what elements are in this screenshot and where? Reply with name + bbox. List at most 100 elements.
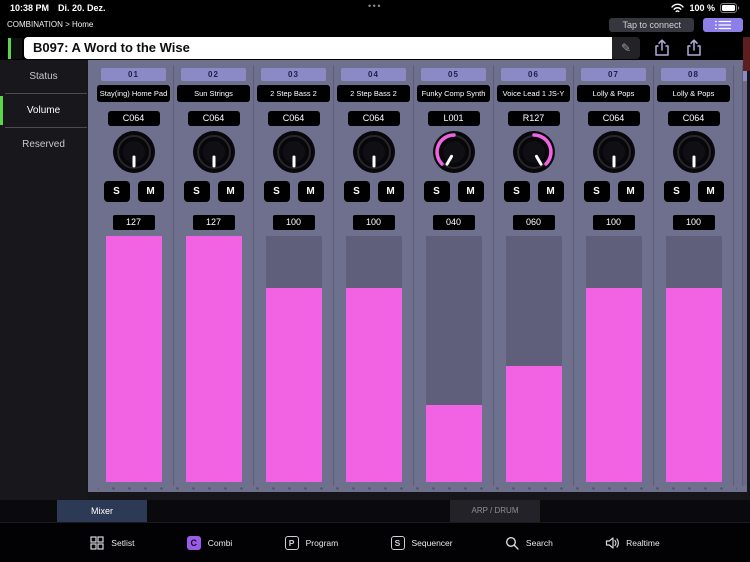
pan-value[interactable]: C064 bbox=[107, 111, 160, 126]
channel-number[interactable]: 08 bbox=[661, 68, 726, 81]
mute-button[interactable]: M bbox=[377, 181, 404, 202]
sidebar-item-reserved[interactable]: Reserved bbox=[0, 128, 87, 161]
channel-name[interactable]: Sun Strings bbox=[177, 85, 250, 102]
toolbar-item-program[interactable]: P Program bbox=[284, 535, 338, 550]
solo-button[interactable]: S bbox=[583, 181, 610, 202]
export-button[interactable] bbox=[652, 38, 674, 58]
list-icon bbox=[714, 20, 732, 29]
toolbar-label: Sequencer bbox=[411, 537, 453, 548]
toolbar-item-search[interactable]: Search bbox=[505, 536, 553, 550]
channel-number[interactable]: 06 bbox=[501, 68, 566, 81]
volume-value[interactable]: 127 bbox=[192, 215, 235, 230]
pan-knob[interactable] bbox=[112, 130, 156, 174]
pan-knob[interactable] bbox=[272, 130, 316, 174]
channel-strip: 04 2 Step Bass 2 C064 S M 100 bbox=[334, 65, 414, 486]
channel-number[interactable]: 01 bbox=[101, 68, 166, 81]
channel-name[interactable]: Voice Lead 1 JS-Y bbox=[497, 85, 570, 102]
solo-button[interactable]: S bbox=[423, 181, 450, 202]
combination-title[interactable]: B097: A Word to the Wise bbox=[24, 37, 612, 59]
pan-value[interactable]: C064 bbox=[347, 111, 400, 126]
volume-fader[interactable] bbox=[585, 236, 642, 482]
volume-fader[interactable] bbox=[265, 236, 322, 482]
sidebar-item-label: Status bbox=[29, 71, 58, 82]
fader-fill bbox=[105, 236, 162, 482]
pan-knob[interactable] bbox=[192, 130, 236, 174]
breadcrumb: COMBINATION > Home bbox=[7, 20, 94, 29]
mute-button[interactable]: M bbox=[137, 181, 164, 202]
pan-knob[interactable] bbox=[432, 130, 476, 174]
tab-mixer[interactable]: Mixer bbox=[57, 500, 147, 522]
channel-name[interactable]: 2 Step Bass 2 bbox=[337, 85, 410, 102]
pan-value[interactable]: R127 bbox=[507, 111, 560, 126]
pan-value[interactable]: C064 bbox=[267, 111, 320, 126]
sidebar-item-volume[interactable]: Volume bbox=[0, 94, 87, 127]
mute-button[interactable]: M bbox=[217, 181, 244, 202]
volume-value[interactable]: 100 bbox=[672, 215, 715, 230]
volume-value[interactable]: 100 bbox=[352, 215, 395, 230]
volume-fader[interactable] bbox=[505, 236, 562, 482]
sidebar-item-status[interactable]: Status bbox=[0, 60, 87, 93]
volume-fader[interactable] bbox=[665, 236, 722, 482]
solo-button[interactable]: S bbox=[503, 181, 530, 202]
volume-fader[interactable] bbox=[185, 236, 242, 482]
solo-mute-row: S M bbox=[254, 181, 333, 202]
mute-button[interactable]: M bbox=[297, 181, 324, 202]
mute-button[interactable]: M bbox=[697, 181, 724, 202]
multitask-handle: ••• bbox=[368, 1, 382, 11]
top-header: 10:38 PM Di. 20. Dez. ••• 100 % COMBINAT… bbox=[0, 0, 750, 60]
volume-fader[interactable] bbox=[105, 236, 162, 482]
pan-knob[interactable] bbox=[352, 130, 396, 174]
fader-fill bbox=[345, 288, 402, 482]
toolbar-item-realtime[interactable]: Realtime bbox=[605, 536, 660, 550]
volume-value[interactable]: 040 bbox=[432, 215, 475, 230]
solo-button[interactable]: S bbox=[343, 181, 370, 202]
save-export-button[interactable] bbox=[684, 38, 706, 58]
pan-knob[interactable] bbox=[592, 130, 636, 174]
toolbar-item-combi[interactable]: C Combi bbox=[186, 535, 232, 550]
channel-name[interactable]: Lolly & Pops bbox=[657, 85, 730, 102]
edit-title-button[interactable]: ✎ bbox=[612, 37, 640, 59]
search-icon bbox=[505, 536, 519, 550]
pan-value[interactable]: C064 bbox=[587, 111, 640, 126]
channel-number[interactable]: 02 bbox=[181, 68, 246, 81]
mute-button[interactable]: M bbox=[457, 181, 484, 202]
list-menu-button[interactable] bbox=[703, 17, 743, 32]
channel-number[interactable]: 05 bbox=[421, 68, 486, 81]
channel-number[interactable]: 03 bbox=[261, 68, 326, 81]
sidebar-item-label: Volume bbox=[26, 105, 61, 116]
volume-fader[interactable] bbox=[425, 236, 482, 482]
channel-number[interactable]: 07 bbox=[581, 68, 646, 81]
toolbar-item-setlist[interactable]: Setlist bbox=[90, 535, 135, 550]
mute-button[interactable]: M bbox=[617, 181, 644, 202]
channel-name[interactable]: Funky Comp Synth bbox=[417, 85, 490, 102]
channel-number[interactable]: 04 bbox=[341, 68, 406, 81]
nav-row: COMBINATION > Home Tap to connect bbox=[0, 15, 750, 34]
pan-value[interactable]: C064 bbox=[667, 111, 720, 126]
tab-arp-drum[interactable]: ARP / DRUM bbox=[450, 500, 540, 522]
channel-name[interactable]: 2 Step Bass 2 bbox=[257, 85, 330, 102]
solo-button[interactable]: S bbox=[663, 181, 690, 202]
channel-strip: 08 Lolly & Pops C064 S M 100 bbox=[654, 65, 734, 486]
volume-value[interactable]: 100 bbox=[592, 215, 635, 230]
volume-value[interactable]: 060 bbox=[512, 215, 555, 230]
volume-fader[interactable] bbox=[345, 236, 402, 482]
sequencer-icon: S bbox=[390, 535, 405, 550]
pan-value[interactable]: L001 bbox=[427, 111, 480, 126]
channel-list: 01 Stay(ing) Home Pad C064 S M 127 02 Su… bbox=[94, 65, 747, 486]
solo-button[interactable]: S bbox=[103, 181, 130, 202]
channel-strip: 06 Voice Lead 1 JS-Y R127 S M 060 bbox=[494, 65, 574, 486]
pan-value[interactable]: C064 bbox=[187, 111, 240, 126]
volume-value[interactable]: 100 bbox=[272, 215, 315, 230]
toolbar-item-sequencer[interactable]: S Sequencer bbox=[390, 535, 453, 550]
solo-button[interactable]: S bbox=[183, 181, 210, 202]
toolbar-label: Setlist bbox=[111, 537, 135, 548]
solo-button[interactable]: S bbox=[263, 181, 290, 202]
mute-button[interactable]: M bbox=[537, 181, 564, 202]
fader-fill bbox=[585, 288, 642, 482]
tap-to-connect-button[interactable]: Tap to connect bbox=[609, 17, 694, 32]
channel-name[interactable]: Stay(ing) Home Pad bbox=[97, 85, 170, 102]
volume-value[interactable]: 127 bbox=[112, 215, 155, 230]
pan-knob[interactable] bbox=[672, 130, 716, 174]
pan-knob[interactable] bbox=[512, 130, 556, 174]
channel-name[interactable]: Lolly & Pops bbox=[577, 85, 650, 102]
